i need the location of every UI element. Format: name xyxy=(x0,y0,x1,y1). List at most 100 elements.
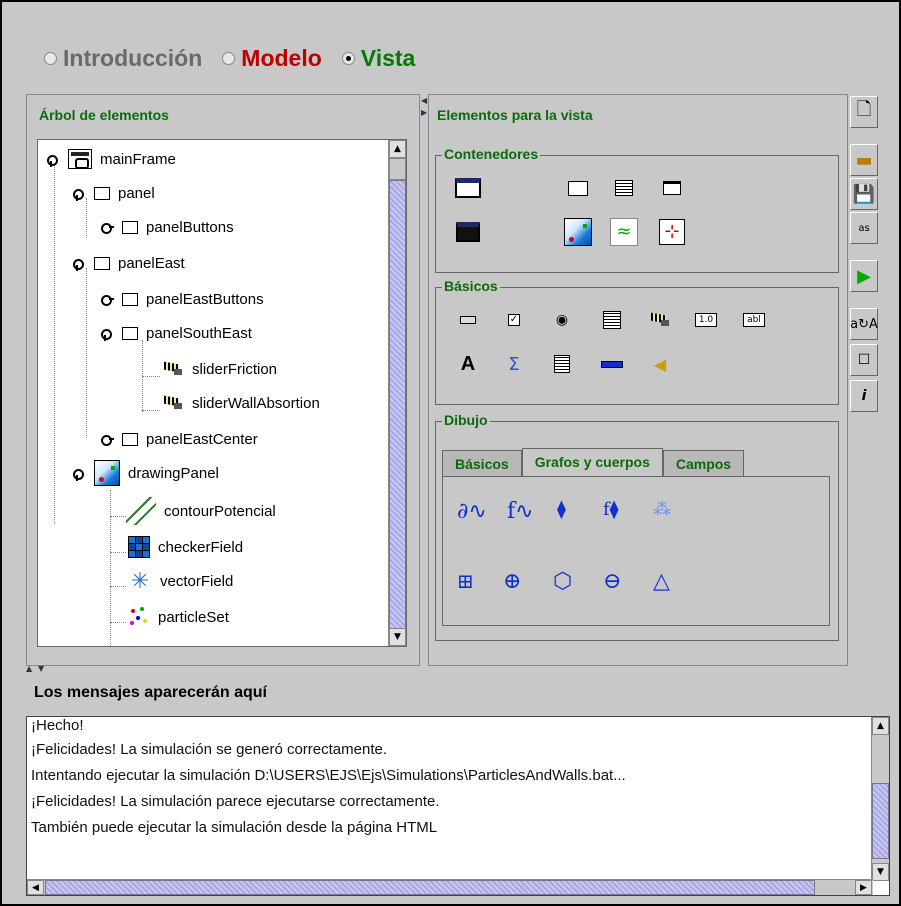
tree-item-paneleastcenter[interactable]: panelEastCenter xyxy=(100,422,258,456)
tabbed-panel-element-icon[interactable] xyxy=(658,174,686,202)
tree-item-mainframe[interactable]: mainFrame xyxy=(46,142,176,176)
label-element-icon[interactable]: A xyxy=(454,350,482,378)
panel-icon xyxy=(94,186,110,200)
run-icon[interactable]: ▶ xyxy=(850,260,878,292)
frame-icon xyxy=(68,149,92,169)
mode-vista[interactable]: Vista xyxy=(341,45,426,72)
trace-element-icon[interactable]: ∂∿ xyxy=(457,499,487,524)
mode-introduccion[interactable]: Introducción xyxy=(44,45,212,72)
expand-toggle-icon[interactable] xyxy=(100,326,114,341)
collapse-toggle-icon[interactable] xyxy=(100,292,114,306)
function-element-icon[interactable]: f∿ xyxy=(507,499,534,524)
slider-element-icon[interactable] xyxy=(646,306,674,334)
sound-element-icon[interactable]: ◀ xyxy=(646,350,674,378)
scroll-thumb[interactable] xyxy=(872,783,889,859)
mode-modelo[interactable]: Modelo xyxy=(222,45,332,72)
cone-element-icon[interactable]: △ xyxy=(653,569,670,594)
text-area-element-icon[interactable] xyxy=(548,350,576,378)
tree-item-panel[interactable]: panel xyxy=(72,176,155,210)
tab-campos[interactable]: Campos xyxy=(662,450,745,476)
tab-basicos[interactable]: Básicos xyxy=(442,450,522,476)
scroll-thumb[interactable] xyxy=(45,880,815,895)
number-field-element-icon[interactable]: 1.0 xyxy=(692,306,720,334)
collapse-toggle-icon[interactable] xyxy=(100,220,114,234)
drawing-tabs: Básicos Grafos y cuerpos Campos xyxy=(442,448,745,478)
options-icon[interactable]: ☐ xyxy=(850,344,878,376)
scroll-up-icon[interactable]: ▲ xyxy=(389,140,406,158)
tree-item-sliderwallabsortion[interactable]: sliderWallAbsortion xyxy=(162,386,320,420)
scroll-down-icon[interactable]: ▼ xyxy=(389,628,406,646)
tree-item-particleset[interactable]: particleSet xyxy=(128,600,229,634)
tree-item-vectorfield[interactable]: ✳ vectorField xyxy=(128,564,234,598)
collapse-left-icon[interactable]: ◀ xyxy=(421,96,427,105)
tree-item-contourpotencial[interactable]: contourPotencial xyxy=(126,494,276,528)
expand-toggle-icon[interactable] xyxy=(72,466,86,481)
expand-toggle-icon[interactable] xyxy=(46,152,60,167)
new-file-icon[interactable]: 🗋 xyxy=(850,96,878,128)
cube-element-icon[interactable]: ⬡ xyxy=(553,569,572,594)
tree-vertical-scrollbar[interactable]: ▲ ▼ xyxy=(388,140,406,646)
scroll-thumb[interactable] xyxy=(389,180,406,630)
tree-item-panelsoutheast[interactable]: panelSouthEast xyxy=(100,316,252,350)
button-element-icon[interactable] xyxy=(454,306,482,334)
frame-element-icon[interactable] xyxy=(454,174,482,202)
text-field-element-icon[interactable]: abl xyxy=(740,306,768,334)
drawing-panel-element-icon[interactable] xyxy=(564,218,592,246)
scroll-left-icon[interactable]: ◀ xyxy=(27,880,44,895)
expand-toggle-icon[interactable] xyxy=(72,256,86,271)
checkbox-element-icon[interactable]: ✓ xyxy=(500,306,528,334)
open-folder-icon[interactable]: ▬ xyxy=(850,144,878,176)
tree-item-drawingpanel[interactable]: drawingPanel xyxy=(72,456,219,490)
collapse-down-icon[interactable]: ▼ xyxy=(38,664,44,673)
expand-toggle-icon[interactable] xyxy=(72,186,86,201)
tree-item-panelbuttons[interactable]: panelButtons xyxy=(100,210,234,244)
scroll-up-icon[interactable]: ▲ xyxy=(872,717,889,735)
split-divider[interactable]: ◀ ▶ xyxy=(420,94,428,666)
save-as-icon[interactable]: as xyxy=(850,212,878,244)
save-icon[interactable]: 💾 xyxy=(850,178,878,210)
scroll-track[interactable] xyxy=(389,158,406,180)
tree-item-paneleastbuttons[interactable]: panelEastButtons xyxy=(100,282,264,316)
horizontal-split-divider[interactable]: ▲ ▼ xyxy=(24,664,899,674)
scroll-down-icon[interactable]: ▼ xyxy=(872,863,889,881)
info-icon[interactable]: i xyxy=(850,380,878,412)
particle-set-icon xyxy=(128,606,150,628)
tree-item-paneleast[interactable]: panelEast xyxy=(72,246,185,280)
cylinder-element-icon[interactable]: ⊖ xyxy=(603,569,621,594)
plotting-panel-element-icon[interactable]: ≈ xyxy=(610,218,638,246)
panel-element-icon[interactable] xyxy=(564,174,592,202)
messages-vertical-scrollbar[interactable]: ▲ ▼ xyxy=(871,717,889,881)
tree-title: Árbol de elementos xyxy=(39,107,169,123)
parsed-field-element-icon[interactable]: Σ xyxy=(500,350,528,378)
grid-element-icon[interactable]: ⊞ xyxy=(457,569,474,593)
collapse-up-icon[interactable]: ▲ xyxy=(26,664,32,673)
tree-item-checkerfield[interactable]: checkerField xyxy=(128,530,243,564)
scroll-right-icon[interactable]: ▶ xyxy=(855,880,872,895)
message-line: Intentando ejecutar la simulación D:\USE… xyxy=(31,767,626,784)
combo-box-element-icon[interactable] xyxy=(598,306,626,334)
function-surface-element-icon[interactable]: f⧫ xyxy=(603,499,619,520)
radio-icon[interactable] xyxy=(222,51,236,65)
collapse-right-icon[interactable]: ▶ xyxy=(421,108,427,117)
cloud-element-icon[interactable]: ⁂ xyxy=(653,499,671,520)
radio-selected-icon[interactable] xyxy=(341,51,355,65)
drawing-panel-3d-element-icon[interactable]: ⊹ xyxy=(658,218,686,246)
element-tree[interactable]: mainFrame panel panelButtons panelEast p… xyxy=(37,139,407,647)
surface-element-icon[interactable]: ⧫ xyxy=(557,499,566,520)
collapse-toggle-icon[interactable] xyxy=(100,432,114,446)
bar-element-icon[interactable] xyxy=(598,350,626,378)
sphere-element-icon[interactable]: ⊕ xyxy=(503,569,521,594)
tree-item-sliderfriction[interactable]: sliderFriction xyxy=(162,352,277,386)
dialog-element-icon[interactable] xyxy=(454,218,482,246)
split-panel-element-icon[interactable] xyxy=(610,174,638,202)
message-line: También puede ejecutar la simulación des… xyxy=(31,819,438,836)
messages-horizontal-scrollbar[interactable]: ◀ ▶ xyxy=(27,879,873,895)
radio-button-element-icon[interactable]: ◉ xyxy=(548,306,576,334)
messages-area[interactable]: ¡Hecho! ¡Felicidades! La simulación se g… xyxy=(26,716,890,896)
right-toolbar: 🗋 ▬ 💾 as ▶ a↻A ☐ i xyxy=(850,94,880,666)
editor-area: Introducción Modelo Vista Árbol de eleme… xyxy=(24,22,899,904)
tab-grafos-y-cuerpos[interactable]: Grafos y cuerpos xyxy=(521,448,663,478)
tree-item-label: panelButtons xyxy=(146,218,234,236)
search-replace-icon[interactable]: a↻A xyxy=(850,308,878,340)
radio-icon[interactable] xyxy=(44,51,57,65)
